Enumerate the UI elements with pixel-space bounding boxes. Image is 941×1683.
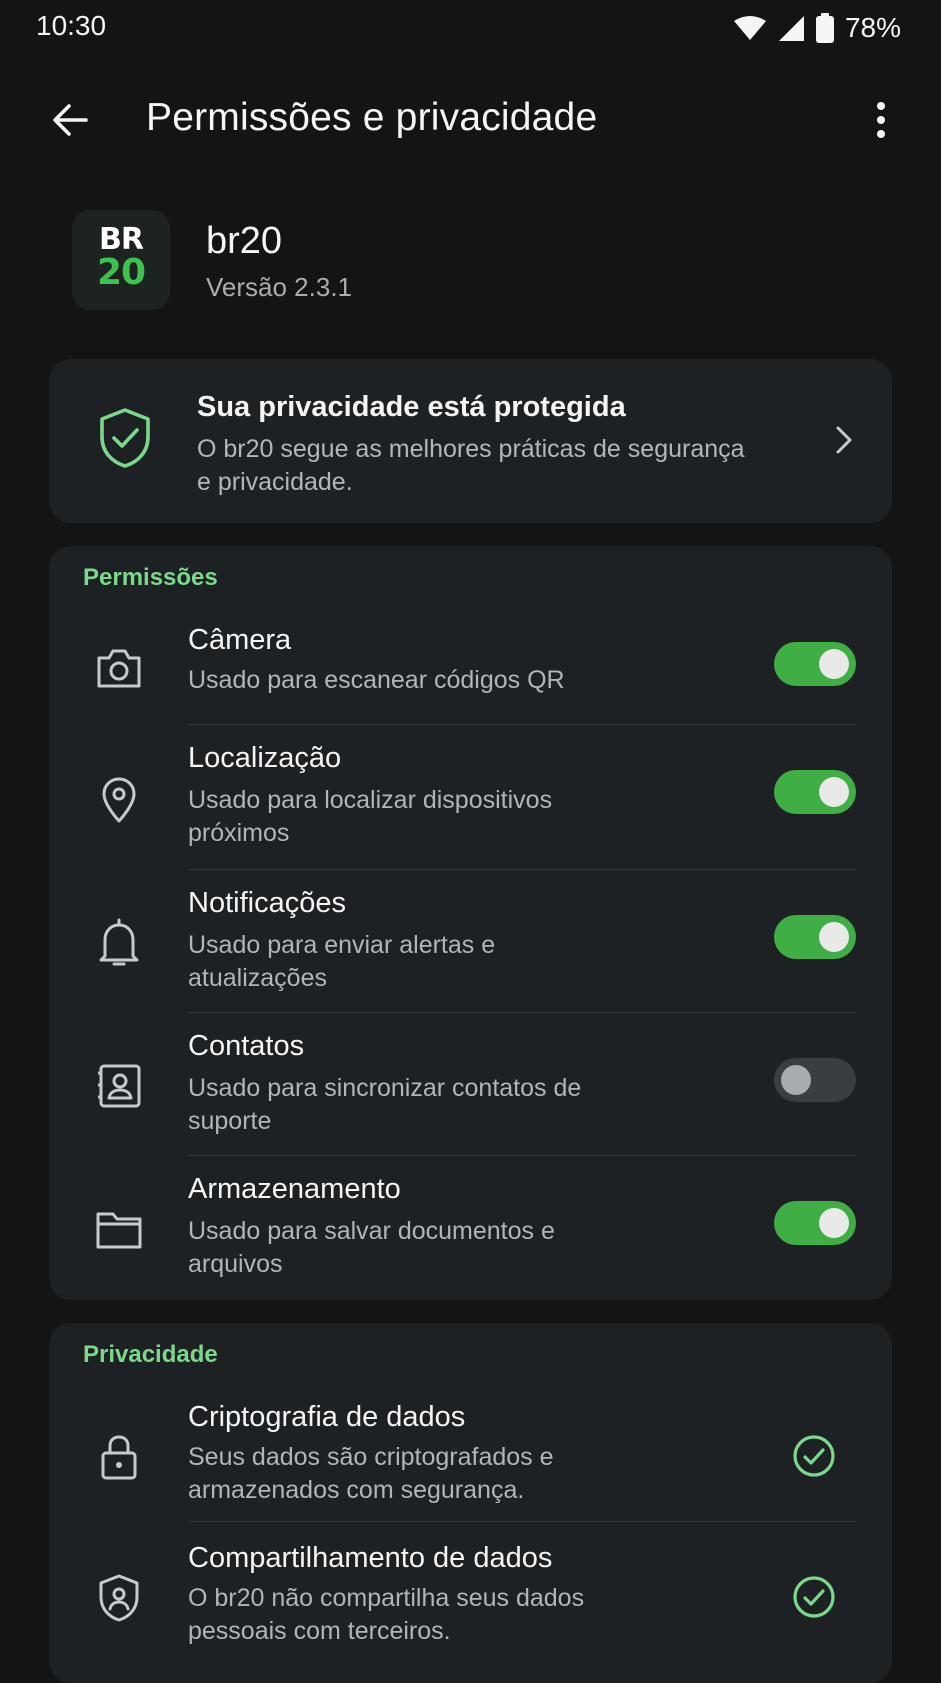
status-time: 10:30	[36, 10, 107, 41]
privacy-section-title: Privacidade	[83, 1341, 218, 1368]
toggle-storage[interactable]	[774, 1201, 856, 1245]
app-header: BR 20 br20 Versão 2.3.1	[72, 210, 872, 310]
location-pin-icon	[91, 772, 147, 828]
lock-icon	[91, 1429, 147, 1485]
permission-description: Usado para enviar alertas e atualizações	[188, 931, 496, 992]
user-shield-icon	[91, 1570, 147, 1626]
battery-icon	[815, 13, 834, 43]
divider	[188, 1155, 856, 1156]
toggle-knob	[819, 777, 849, 807]
permission-row-contacts: Contatos Usado para sincronizar contatos…	[49, 1030, 892, 1154]
toggle-knob	[819, 922, 849, 952]
folder-icon	[91, 1201, 147, 1257]
wifi-icon	[733, 16, 766, 40]
check-circle-icon	[793, 1576, 835, 1618]
status-icons: 78%	[733, 10, 901, 46]
privacy-status-description: O br20 segue as melhores práticas de seg…	[197, 435, 745, 496]
permission-description: Usado para localizar dispositivos próxim…	[188, 786, 553, 847]
permission-title: Localização	[188, 742, 342, 774]
permission-title: Câmera	[188, 624, 292, 656]
app-version: Versão 2.3.1	[206, 272, 352, 302]
page-title: Permissões e privacidade	[146, 96, 598, 139]
app-logo: BR 20	[72, 210, 170, 310]
permission-title: Contatos	[188, 1030, 305, 1062]
logo-text-bottom: 20	[96, 252, 146, 293]
toggle-contacts[interactable]	[774, 1058, 856, 1102]
privacy-item-description: O br20 não compartilha seus dados pessoa…	[188, 1584, 585, 1645]
permissions-section-title: Permissões	[83, 564, 218, 591]
camera-icon	[91, 640, 147, 696]
privacy-row-encryption: Criptografia de dados Seus dados são cri…	[49, 1401, 892, 1521]
permission-row-location: Localização Usado para localizar disposi…	[49, 742, 892, 866]
permission-title: Armazenamento	[188, 1173, 401, 1205]
divider	[188, 1521, 856, 1522]
permission-description: Usado para salvar documentos e arquivos	[188, 1217, 555, 1278]
shield-check-icon	[100, 408, 150, 468]
divider	[188, 869, 856, 870]
toggle-knob	[819, 1208, 849, 1238]
more-options-button[interactable]	[857, 94, 905, 146]
chevron-right-icon	[836, 426, 852, 454]
toggle-knob	[819, 649, 849, 679]
check-circle-icon	[793, 1435, 835, 1477]
privacy-item-description: Seus dados são criptografados e armazena…	[188, 1443, 554, 1504]
contact-book-icon	[91, 1058, 147, 1114]
privacy-item-title: Criptografia de dados	[188, 1401, 466, 1433]
permissions-card: Permissões Câmera Usado para escanear có…	[49, 546, 892, 1300]
more-vertical-icon	[877, 102, 885, 138]
app-name: br20	[206, 220, 283, 262]
privacy-item-title: Compartilhamento de dados	[188, 1542, 553, 1574]
back-button[interactable]	[44, 94, 96, 146]
divider	[188, 724, 856, 725]
permission-row-storage: Armazenamento Usado para salvar document…	[49, 1173, 892, 1297]
permission-description: Usado para escanear códigos QR	[188, 666, 565, 694]
toggle-notifications[interactable]	[774, 915, 856, 959]
toggle-knob	[781, 1065, 811, 1095]
divider	[188, 1012, 856, 1013]
permission-row-camera: Câmera Usado para escanear códigos QR	[49, 624, 892, 724]
privacy-status-card[interactable]: Sua privacidade está protegida O br20 se…	[49, 359, 892, 523]
permission-description: Usado para sincronizar contatos de supor…	[188, 1074, 582, 1135]
privacy-status-title: Sua privacidade está protegida	[197, 391, 626, 423]
privacy-row-data-sharing: Compartilhamento de dados O br20 não com…	[49, 1542, 892, 1662]
bell-icon	[91, 915, 147, 971]
arrow-left-icon	[53, 104, 88, 136]
toggle-camera[interactable]	[774, 642, 856, 686]
app-bar: Permissões e privacidade	[0, 70, 941, 166]
signal-icon	[778, 16, 804, 41]
status-bar: 10:30 78%	[0, 0, 941, 56]
privacy-card: Privacidade Criptografia de dados Seus d…	[49, 1323, 892, 1683]
battery-percent: 78%	[844, 12, 901, 43]
permission-row-notifications: Notificações Usado para enviar alertas e…	[49, 887, 892, 1011]
permission-title: Notificações	[188, 887, 346, 919]
toggle-location[interactable]	[774, 770, 856, 814]
